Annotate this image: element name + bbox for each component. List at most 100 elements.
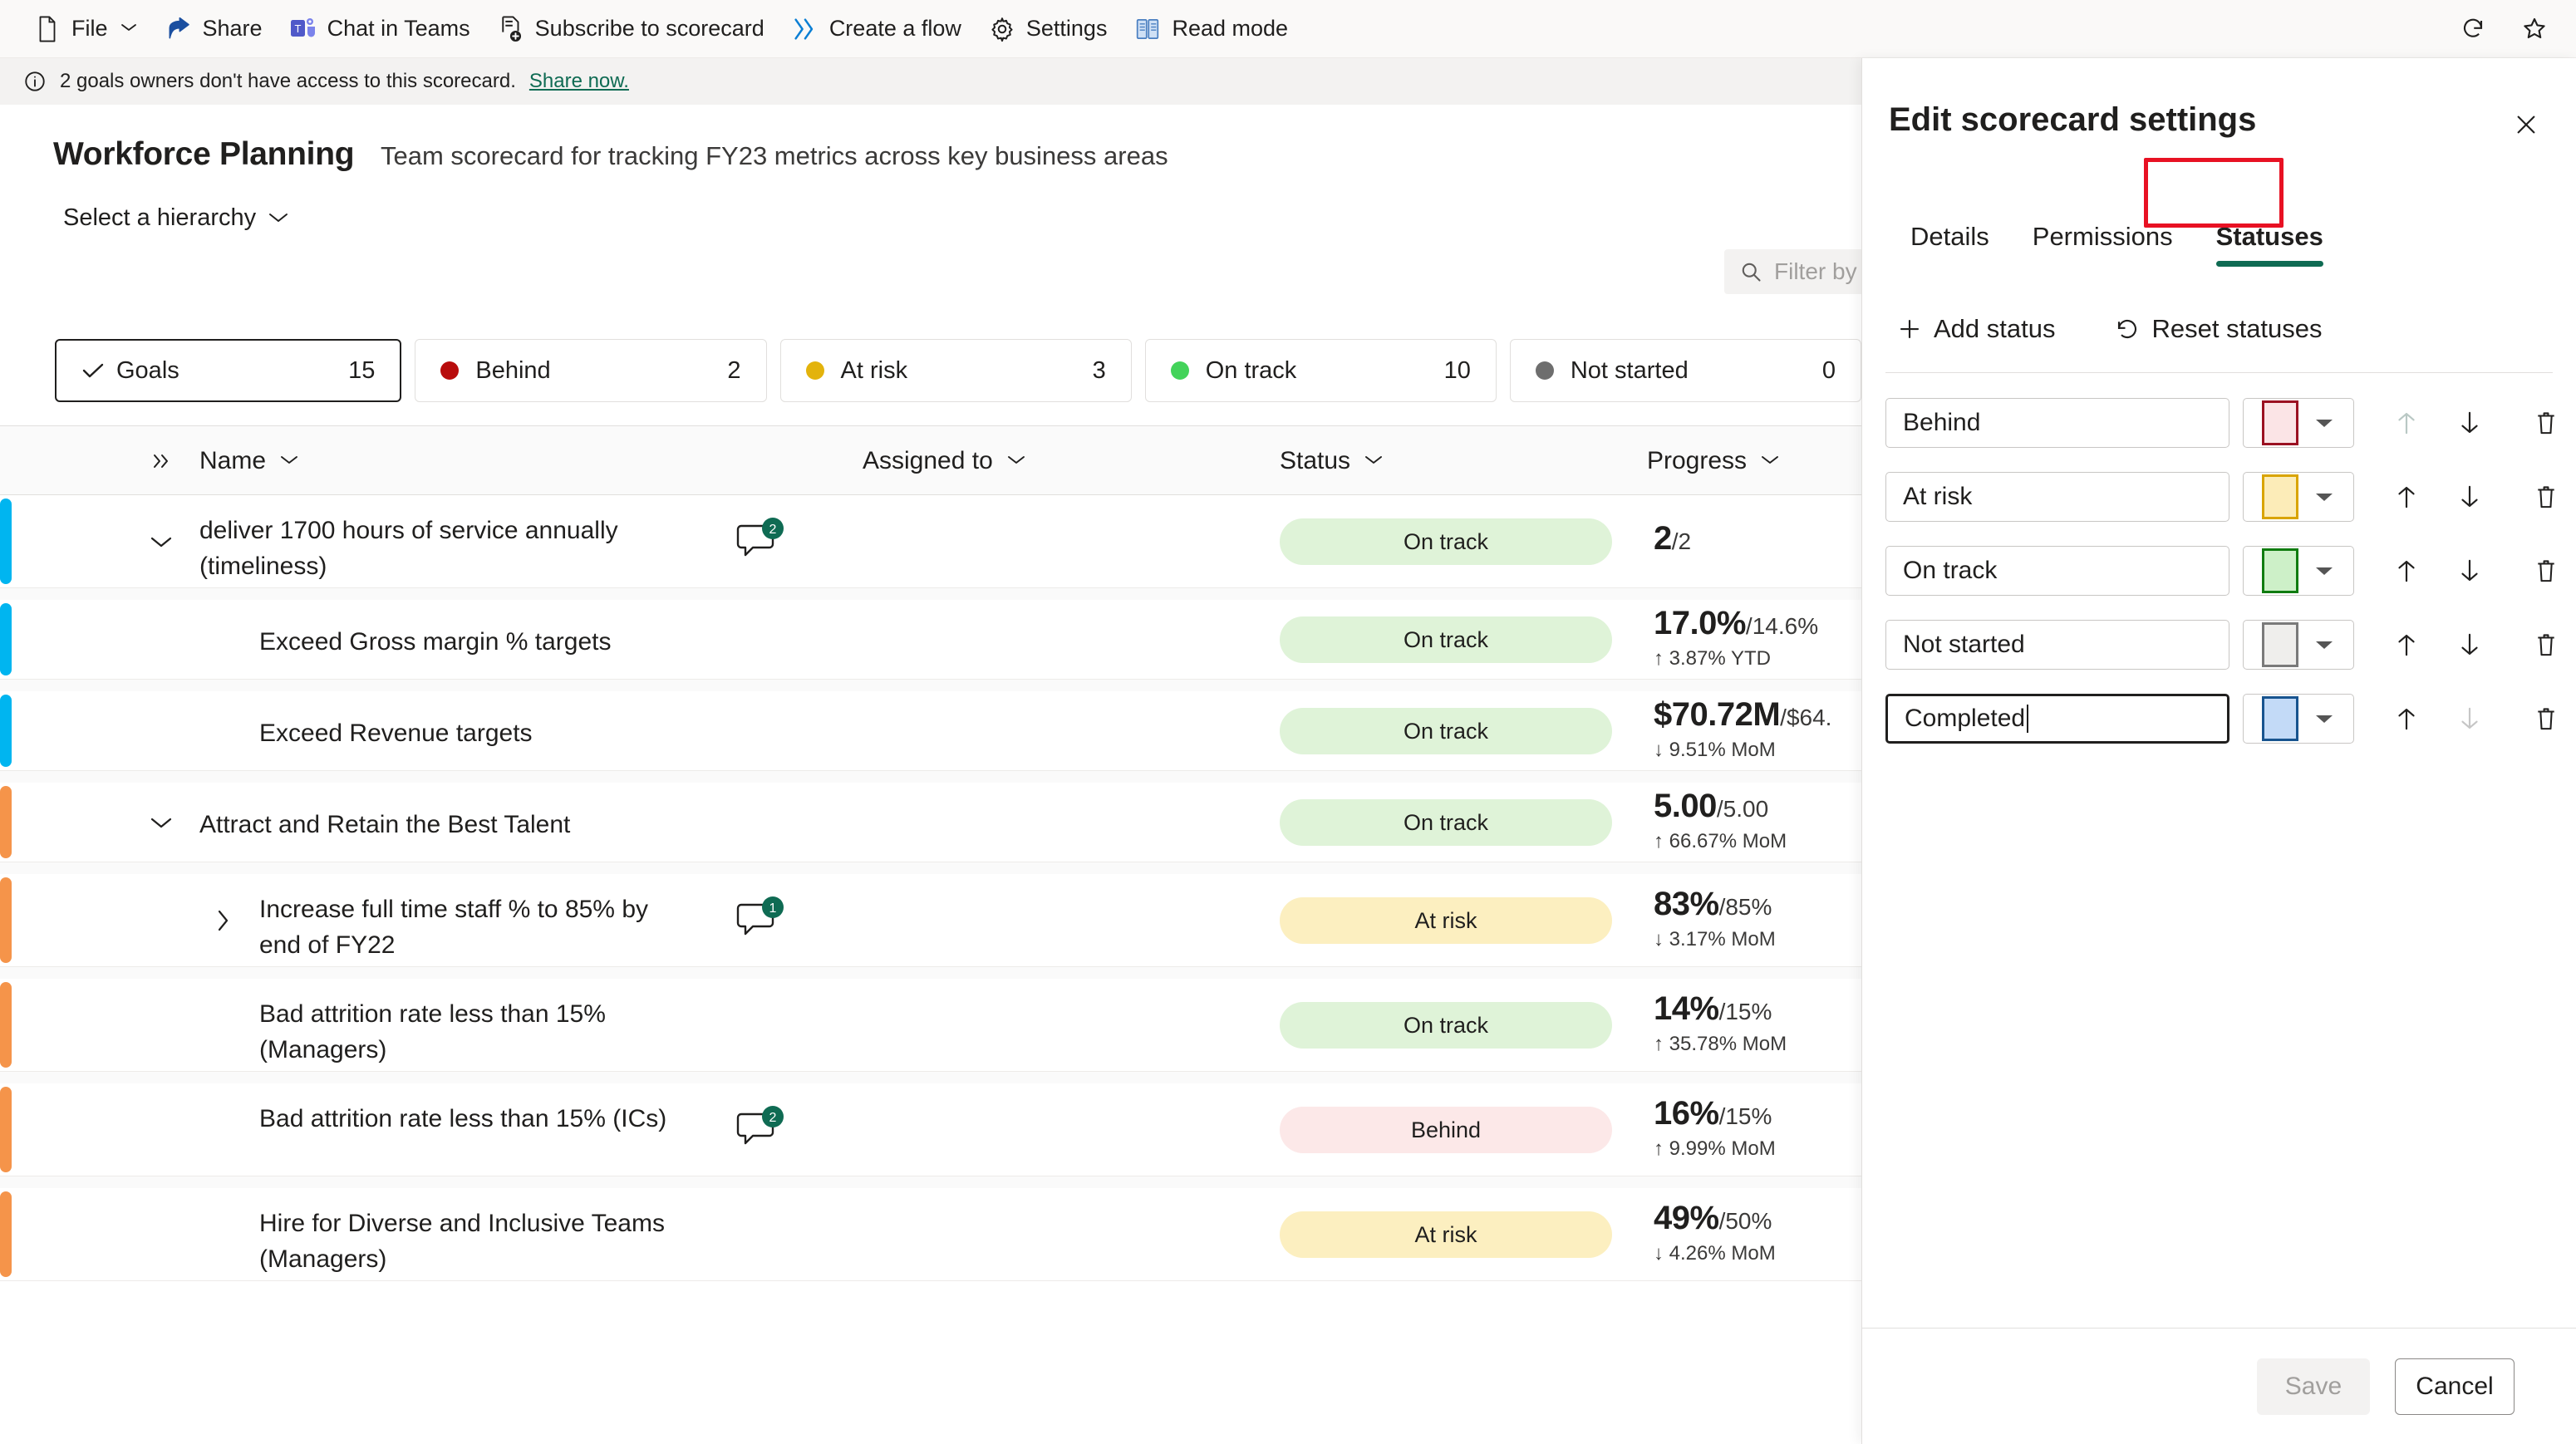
comment-count-badge[interactable]: 2 [736, 1106, 788, 1152]
command-create-a-flow-button[interactable]: Create a flow [778, 7, 975, 51]
command-share-button[interactable]: Share [151, 7, 276, 51]
color-swatch [2262, 622, 2298, 667]
status-badge[interactable]: At risk [1280, 897, 1612, 944]
goal-name: Bad attrition rate less than 15% (Manage… [259, 1000, 606, 1063]
status-name-input[interactable]: Completed [1885, 694, 2229, 744]
move-status-up-button[interactable] [2377, 694, 2436, 744]
status-color-picker[interactable] [2243, 694, 2354, 744]
comment-count-badge[interactable]: 2 [736, 518, 788, 564]
add-status-button[interactable]: Add status [1885, 307, 2067, 351]
status-badge[interactable]: On track [1280, 616, 1612, 663]
row-separator [0, 1072, 1861, 1083]
hierarchy-selector[interactable]: Select a hierarchy [63, 204, 289, 232]
command-subscribe-to-scorecard-button[interactable]: Subscribe to scorecard [484, 7, 778, 51]
table-row[interactable]: Exceed Gross margin % targets On track 17.… [0, 600, 1861, 680]
status-name-input[interactable]: Not started [1885, 620, 2229, 670]
row-separator [0, 771, 1861, 783]
delete-status-button[interactable] [2517, 472, 2575, 522]
move-status-down-button[interactable] [2441, 472, 2499, 522]
table-row[interactable]: deliver 1700 hours of service annually (… [0, 495, 1861, 588]
status-color-picker[interactable] [2243, 620, 2354, 670]
favorite-star-icon[interactable] [2516, 11, 2553, 47]
status-badge[interactable]: On track [1280, 518, 1612, 565]
progress-target: /5.00 [1716, 796, 1769, 822]
row-expand-collapse-icon[interactable] [143, 523, 179, 560]
status-color-picker[interactable] [2243, 472, 2354, 522]
column-header-name[interactable]: Name [199, 426, 299, 496]
move-status-down-button[interactable] [2441, 620, 2499, 670]
scorecard-description: Team scorecard for tracking FY23 metrics… [381, 141, 1168, 170]
delete-status-button[interactable] [2517, 694, 2575, 744]
status-name-input[interactable]: Behind [1885, 398, 2229, 448]
tab-statuses[interactable]: Statuses [2195, 212, 2345, 267]
status-filter-pill-at-risk[interactable]: At risk 3 [779, 339, 1132, 402]
command-chat-in-teams-button[interactable]: T Chat in Teams [276, 7, 484, 51]
progress-target: /14.6% [1745, 613, 1819, 639]
expand-all-icon[interactable] [150, 426, 175, 496]
svg-text:2: 2 [769, 523, 777, 537]
status-badge[interactable]: On track [1280, 799, 1612, 846]
move-status-up-button[interactable] [2377, 546, 2436, 596]
delete-status-button[interactable] [2517, 620, 2575, 670]
status-filter-pill-behind[interactable]: Behind 2 [415, 339, 767, 402]
status-name-input[interactable]: On track [1885, 546, 2229, 596]
close-icon[interactable] [2508, 106, 2544, 143]
tab-details[interactable]: Details [1889, 212, 2011, 262]
status-filter-pill-not-started[interactable]: Not started 0 [1509, 339, 1862, 402]
progress-target: /2 [1671, 528, 1692, 554]
row-separator [0, 680, 1861, 691]
table-row[interactable]: Increase full time staff % to 85% by end… [0, 874, 1861, 967]
column-label: Name [199, 447, 267, 474]
table-row[interactable]: Exceed Revenue targets On track $70.72M/$6… [0, 691, 1861, 771]
pill-label: At risk [840, 356, 908, 384]
table-row[interactable]: Bad attrition rate less than 15% (Manage… [0, 979, 1861, 1072]
move-status-up-button[interactable] [2377, 472, 2436, 522]
status-filter-pill-on-track[interactable]: On track 10 [1144, 339, 1497, 402]
refresh-icon[interactable] [2455, 11, 2491, 47]
status-badge[interactable]: Behind [1280, 1107, 1612, 1153]
row-expand-expand-icon[interactable] [204, 902, 241, 939]
save-button[interactable]: Save [2257, 1358, 2370, 1415]
panel-divider [1885, 372, 2553, 373]
status-name-input[interactable]: At risk [1885, 472, 2229, 522]
chevron-down-icon [2313, 489, 2335, 504]
status-badge[interactable]: At risk [1280, 1211, 1612, 1258]
chevron-down-icon [2313, 415, 2335, 430]
progress-delta: ↓ 9.51% MoM [1654, 739, 1776, 761]
status-filter-pill-goals[interactable]: Goals 15 [55, 339, 402, 402]
cancel-button[interactable]: Cancel [2395, 1358, 2515, 1415]
tab-permissions[interactable]: Permissions [2011, 212, 2195, 262]
status-label: On track [1403, 718, 1489, 744]
delete-status-button[interactable] [2517, 398, 2575, 448]
table-row[interactable]: Hire for Diverse and Inclusive Teams (Ma… [0, 1188, 1861, 1281]
command-file-button[interactable]: File [20, 7, 151, 51]
plus-icon [1897, 317, 1922, 341]
reset-statuses-button[interactable]: Reset statuses [2103, 307, 2333, 351]
status-badge[interactable]: On track [1280, 1002, 1612, 1049]
table-row[interactable]: Bad attrition rate less than 15% (ICs) 2 B… [0, 1083, 1861, 1176]
move-status-up-button[interactable] [2377, 620, 2436, 670]
column-header-assigned-to[interactable]: Assigned to [863, 426, 1026, 496]
row-expand-collapse-icon[interactable] [143, 804, 179, 841]
share-now-link[interactable]: Share now. [529, 70, 629, 93]
delete-status-button[interactable] [2517, 546, 2575, 596]
comment-count-badge[interactable]: 1 [736, 896, 788, 943]
command-settings-button[interactable]: Settings [975, 7, 1121, 51]
status-badge[interactable]: On track [1280, 708, 1612, 754]
move-status-down-button[interactable] [2441, 398, 2499, 448]
move-status-down-button[interactable] [2441, 546, 2499, 596]
status-color-picker[interactable] [2243, 546, 2354, 596]
command-bar-right-actions [2455, 0, 2553, 58]
command-read-mode-button[interactable]: Read mode [1120, 7, 1301, 51]
table-row[interactable]: Attract and Retain the Best Talent On tra… [0, 783, 1861, 862]
row-accent-bar [0, 877, 12, 963]
tab-label: Details [1910, 222, 1989, 251]
progress-target: /85% [1718, 894, 1772, 920]
command-label: Create a flow [828, 16, 961, 41]
goal-name: Exceed Revenue targets [259, 720, 533, 747]
pill-count: 3 [1092, 356, 1106, 384]
column-header-status[interactable]: Status [1280, 426, 1384, 496]
column-header-progress[interactable]: Progress [1647, 426, 1780, 496]
progress-cell: 83%/85% ↓ 3.17% MoM [1654, 886, 1776, 951]
status-color-picker[interactable] [2243, 398, 2354, 448]
